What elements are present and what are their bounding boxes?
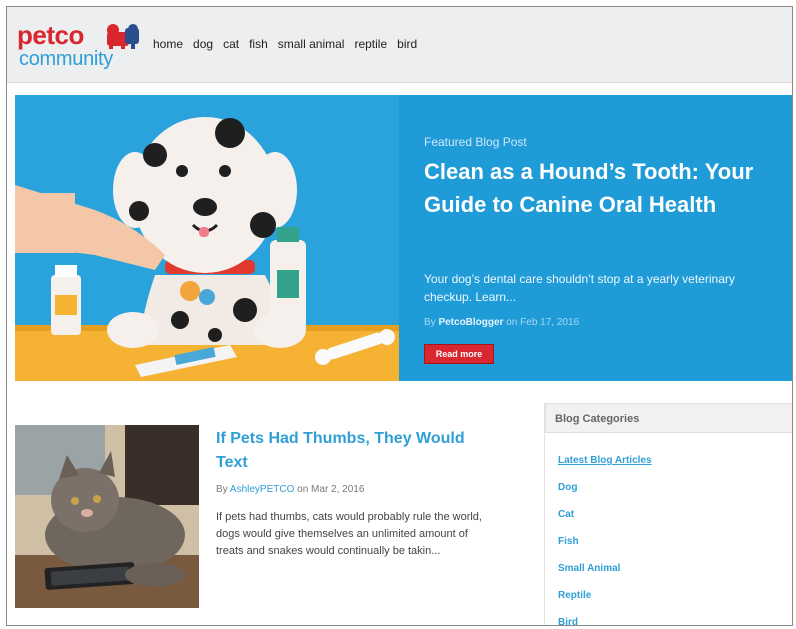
post-meta: By AshleyPETCO on Mar 2, 2016	[216, 484, 364, 495]
post-excerpt: If pets had thumbs, cats would probably …	[216, 511, 482, 557]
meta-by: By	[424, 317, 436, 328]
nav-small-animal[interactable]: small animal	[278, 37, 345, 51]
blog-categories-sidebar: Blog Categories Latest Blog Articles Dog…	[544, 403, 792, 625]
featured-post-info: Featured Blog Post Clean as a Hound’s To…	[424, 95, 784, 381]
category-fish[interactable]: Fish	[558, 536, 652, 563]
category-small-animal[interactable]: Small Animal	[558, 563, 652, 590]
category-list: Latest Blog Articles Dog Cat Fish Small …	[558, 455, 652, 625]
dog-dental-illustration[interactable]	[15, 95, 399, 381]
category-bird[interactable]: Bird	[558, 617, 652, 625]
main-nav: home dog cat fish small animal reptile b…	[153, 37, 417, 51]
logo-wordmark: petco	[17, 20, 84, 50]
nav-dog[interactable]: dog	[193, 37, 213, 51]
meta-date: on Mar 2, 2016	[297, 484, 365, 495]
cat-with-phone-thumbnail[interactable]	[15, 425, 199, 608]
category-dog[interactable]: Dog	[558, 482, 652, 509]
site-header: petco community home dog cat fish small …	[7, 7, 792, 83]
post-title[interactable]: If Pets Had Thumbs, They Would Text	[216, 427, 496, 475]
browser-frame: petco community home dog cat fish small …	[6, 6, 793, 626]
petco-community-logo[interactable]: petco community	[17, 20, 147, 76]
category-latest-articles[interactable]: Latest Blog Articles	[558, 455, 652, 482]
sidebar-header: Blog Categories	[545, 403, 792, 433]
featured-post-author[interactable]: PetcoBlogger	[438, 317, 503, 328]
featured-post-title[interactable]: Clean as a Hound’s Tooth: Your Guide to …	[424, 155, 774, 221]
featured-post-meta: By PetcoBlogger on Feb 17, 2016	[424, 317, 579, 328]
featured-label: Featured Blog Post	[424, 135, 527, 149]
post-author-link[interactable]: AshleyPETCO	[230, 484, 294, 495]
nav-home[interactable]: home	[153, 37, 183, 51]
featured-post-excerpt: Your dog’s dental care shouldn’t stop at…	[424, 272, 735, 304]
nav-bird[interactable]: bird	[397, 37, 417, 51]
nav-reptile[interactable]: reptile	[354, 37, 387, 51]
featured-hero: Featured Blog Post Clean as a Hound’s To…	[15, 95, 792, 381]
category-reptile[interactable]: Reptile	[558, 590, 652, 617]
sidebar-title: Blog Categories	[555, 413, 640, 425]
meta-by: By	[216, 484, 228, 495]
read-more-button[interactable]: Read more	[424, 344, 494, 364]
nav-fish[interactable]: fish	[249, 37, 268, 51]
pets-mascot-icon	[107, 24, 139, 49]
meta-date: on Feb 17, 2016	[506, 317, 580, 328]
nav-cat[interactable]: cat	[223, 37, 239, 51]
category-cat[interactable]: Cat	[558, 509, 652, 536]
logo-subtitle: community	[19, 48, 113, 70]
